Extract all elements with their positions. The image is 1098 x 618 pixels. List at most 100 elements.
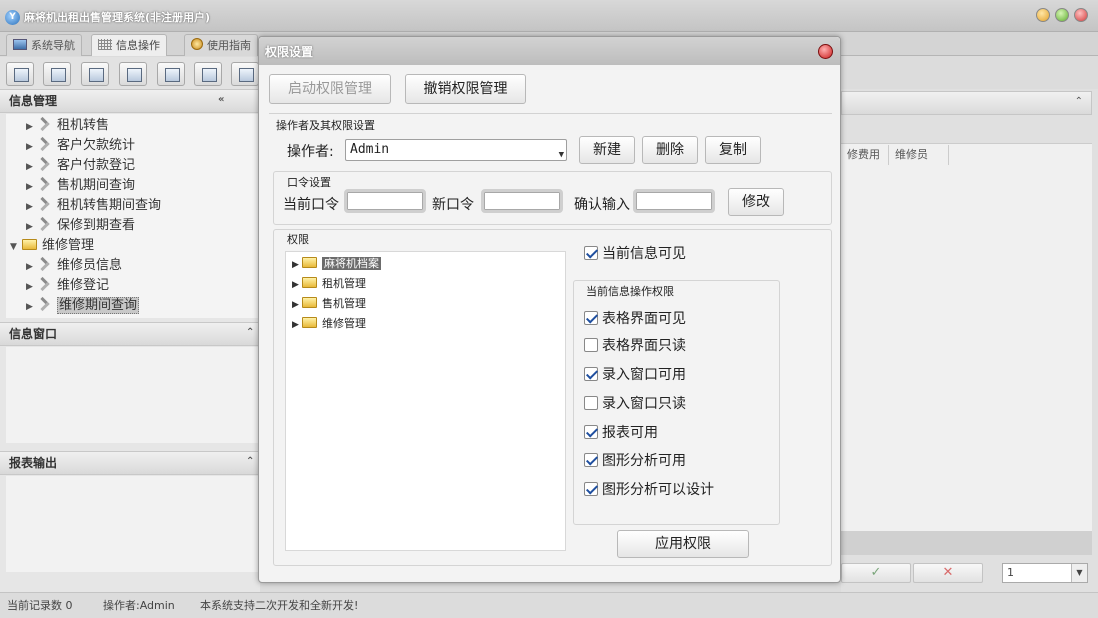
tree-item[interactable]: ▶ 租机转售期间查询 <box>26 194 161 213</box>
report-output-panel <box>6 476 260 572</box>
permission-node-label: 租机管理 <box>322 277 366 290</box>
checkbox-checked-icon[interactable] <box>584 311 598 325</box>
checkbox-label: 录入窗口可用 <box>602 367 686 383</box>
column-header-fee[interactable]: 修费用 <box>841 145 889 165</box>
grid-footer <box>841 531 1092 555</box>
checkbox-checked-icon[interactable] <box>584 425 598 439</box>
op-permission-checkbox[interactable]: 表格界面只读 <box>584 335 686 355</box>
expand-arrow-icon[interactable]: ▶ <box>26 262 38 272</box>
close-window-button[interactable] <box>1074 8 1088 22</box>
double-chevron-up-icon[interactable]: ⌃ <box>246 328 258 340</box>
tab-info-operation[interactable]: 信息操作 <box>91 34 167 56</box>
expand-arrow-icon[interactable]: ▶ <box>26 142 38 152</box>
tree-item-selected[interactable]: ▶ 维修期间查询 <box>26 294 140 314</box>
op-permission-checkbox[interactable]: 图形分析可以设计 <box>584 479 714 499</box>
expand-arrow-icon[interactable]: ▶ <box>26 202 38 212</box>
expand-arrow-icon[interactable]: ▶ <box>292 300 302 310</box>
confirm-password-input[interactable] <box>633 189 715 213</box>
tree-item[interactable]: ▶ 客户付款登记 <box>26 154 135 173</box>
tree-item-label: 维修管理 <box>42 238 95 253</box>
current-password-input[interactable] <box>344 189 426 213</box>
document-tool-button[interactable] <box>81 62 109 86</box>
tree-item[interactable]: ▶ 保修到期查看 <box>26 214 135 233</box>
print-tool-button[interactable] <box>231 62 259 86</box>
copy-button[interactable]: 复制 <box>705 136 761 164</box>
expand-arrow-icon[interactable]: ▶ <box>26 302 38 312</box>
tree-item-label: 租机转售 <box>57 118 110 133</box>
search-tool-button[interactable] <box>6 62 34 86</box>
expand-arrow-icon[interactable]: ▶ <box>292 320 302 330</box>
grid-icon <box>98 39 112 50</box>
revoke-permission-button[interactable]: 撤销权限管理 <box>405 74 526 104</box>
checkbox-unchecked-icon[interactable] <box>584 338 598 352</box>
folder-icon <box>22 239 37 250</box>
current-info-visible-checkbox[interactable]: 当前信息可见 <box>584 243 686 263</box>
tree-folder-repair[interactable]: ▼ 维修管理 <box>10 234 94 253</box>
expand-arrow-icon[interactable]: ▶ <box>292 260 302 270</box>
permission-node[interactable]: ▶ 麻将机档案 <box>292 255 381 273</box>
chevron-down-icon[interactable]: ▼ <box>1071 564 1087 582</box>
checkbox-checked-icon[interactable] <box>584 246 598 260</box>
page-selector[interactable]: 1 ▼ <box>1002 563 1088 583</box>
tree-item[interactable]: ▶ 客户欠款统计 <box>26 134 135 153</box>
apply-permission-button[interactable]: 应用权限 <box>617 530 749 558</box>
tree-item-label: 租机转售期间查询 <box>57 198 162 213</box>
checkbox-unchecked-icon[interactable] <box>584 396 598 410</box>
tab-system-nav[interactable]: 系统导航 <box>6 34 82 56</box>
permission-node[interactable]: ▶ 售机管理 <box>292 295 366 313</box>
permission-node[interactable]: ▶ 租机管理 <box>292 275 366 293</box>
tree-item[interactable]: ▶ 维修登记 <box>26 274 109 293</box>
tab-label: 系统导航 <box>31 39 75 52</box>
checkbox-checked-icon[interactable] <box>584 367 598 381</box>
modify-password-button[interactable]: 修改 <box>728 188 784 216</box>
permission-node[interactable]: ▶ 维修管理 <box>292 315 366 333</box>
double-chevron-up-icon[interactable]: ⌃ <box>246 457 258 469</box>
op-permission-checkbox[interactable]: 表格界面可见 <box>584 308 686 328</box>
dialog-titlebar: 权限设置 <box>259 37 840 65</box>
expand-arrow-icon[interactable]: ▶ <box>26 162 38 172</box>
cancel-x-button[interactable]: ✕ <box>913 563 983 583</box>
expand-arrow-icon[interactable]: ▶ <box>26 182 38 192</box>
tree-item-label: 客户欠款统计 <box>57 138 136 153</box>
op-permission-checkbox[interactable]: 录入窗口只读 <box>584 393 686 413</box>
operator-label: 操作者: <box>287 144 334 160</box>
expand-arrow-icon[interactable]: ▶ <box>26 282 38 292</box>
chevron-down-icon[interactable]: ▼ <box>559 145 564 165</box>
column-header-repairman[interactable]: 维修员 <box>889 145 949 165</box>
tab-label: 使用指南 <box>207 39 251 52</box>
checkbox-checked-icon[interactable] <box>584 453 598 467</box>
new-button[interactable]: 新建 <box>579 136 635 164</box>
op-permission-checkbox[interactable]: 录入窗口可用 <box>584 364 686 384</box>
double-chevron-left-icon[interactable]: « <box>218 95 230 107</box>
double-chevron-up-icon[interactable]: ⌃ <box>1075 96 1083 107</box>
expand-arrow-icon[interactable]: ▶ <box>26 222 38 232</box>
new-password-input[interactable] <box>481 189 563 213</box>
dialog-title: 权限设置 <box>265 45 314 59</box>
tools-icon <box>38 198 52 211</box>
expand-arrow-icon[interactable]: ▶ <box>26 122 38 132</box>
operation-section-label: 当前信息操作权限 <box>586 285 674 298</box>
tree-item[interactable]: ▶ 租机转售 <box>26 114 109 133</box>
minimize-button[interactable] <box>1036 8 1050 22</box>
list-tool-button[interactable] <box>43 62 71 86</box>
users-tool-button[interactable] <box>119 62 147 86</box>
op-permission-checkbox[interactable]: 图形分析可用 <box>584 450 686 470</box>
maximize-button[interactable] <box>1055 8 1069 22</box>
enable-permission-button[interactable]: 启动权限管理 <box>269 74 391 104</box>
window-tool-button[interactable] <box>157 62 185 86</box>
tab-user-guide[interactable]: 使用指南 <box>184 34 258 56</box>
tree-item[interactable]: ▶ 售机期间查询 <box>26 174 135 193</box>
op-permission-checkbox[interactable]: 报表可用 <box>584 422 658 442</box>
checkbox-label: 录入窗口只读 <box>602 396 686 412</box>
delete-button[interactable]: 删除 <box>642 136 698 164</box>
export-tool-button[interactable] <box>194 62 222 86</box>
checkbox-checked-icon[interactable] <box>584 482 598 496</box>
data-grid <box>841 143 1092 533</box>
page-value: 1 <box>1007 566 1014 579</box>
dialog-close-button[interactable] <box>818 44 833 59</box>
tree-item[interactable]: ▶ 维修员信息 <box>26 254 122 273</box>
operator-select[interactable]: Admin ▼ <box>345 139 567 161</box>
expand-arrow-icon[interactable]: ▶ <box>292 280 302 290</box>
collapse-arrow-icon[interactable]: ▼ <box>10 242 22 252</box>
confirm-check-button[interactable]: ✓ <box>841 563 911 583</box>
